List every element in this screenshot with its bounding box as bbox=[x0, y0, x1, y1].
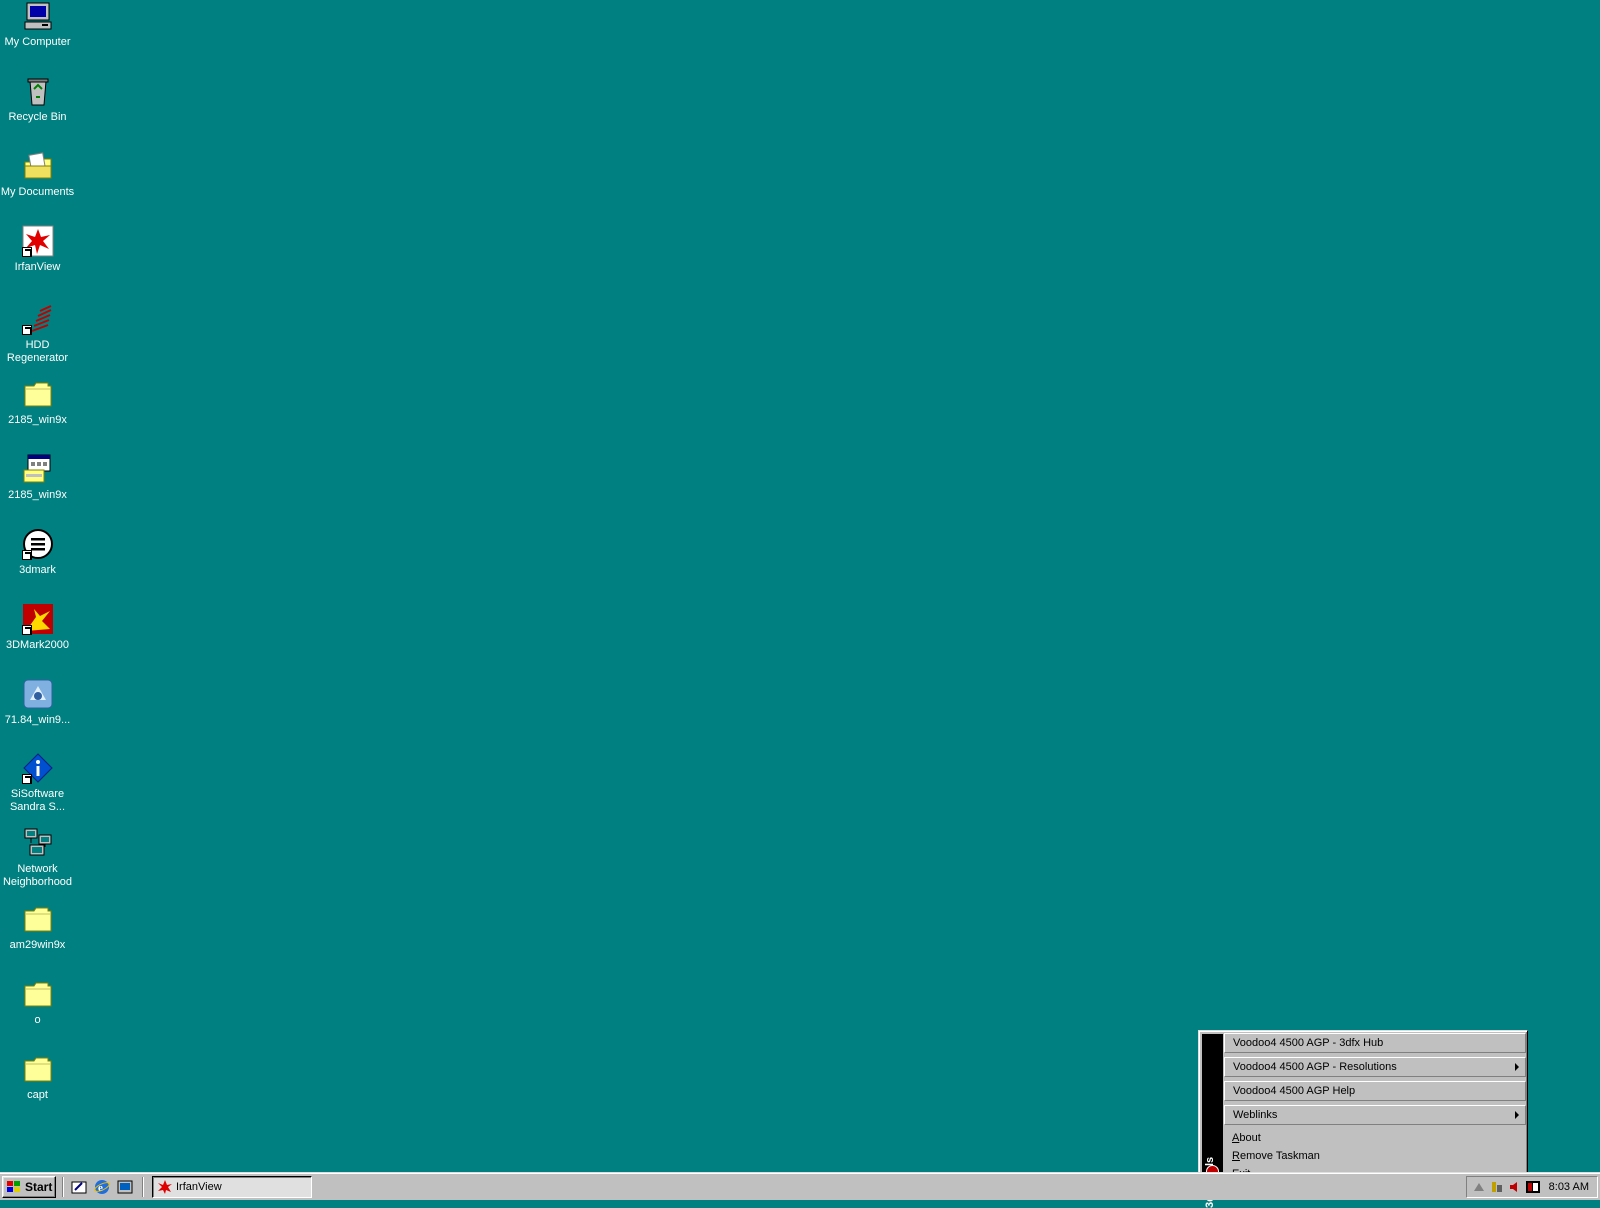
system-tray: 8:03 AM bbox=[1466, 1176, 1598, 1198]
desktop-icon-label: am29win9x bbox=[9, 939, 66, 951]
installer-icon bbox=[22, 678, 54, 710]
menu-item-label: Voodoo4 4500 AGP Help bbox=[1233, 1085, 1356, 1097]
desktop-icon-my-computer[interactable]: My Computer bbox=[0, 0, 75, 49]
menu-item-label: bout bbox=[1239, 1132, 1261, 1144]
desktop-icon-label: HDD Regenerator bbox=[6, 339, 69, 364]
taskbar-separator bbox=[142, 1177, 144, 1197]
quick-launch-internet-explorer-icon[interactable]: e bbox=[93, 1178, 111, 1196]
desktop-icon-3dmark[interactable]: 3dmark bbox=[0, 528, 75, 577]
3dmark-icon bbox=[21, 528, 54, 560]
desktop-icon-71-84-win9[interactable]: 71.84_win9... bbox=[0, 678, 75, 727]
3dfx-tools-context-menu: 3dfxTools Voodoo4 4500 AGP - 3dfx Hub Vo… bbox=[1198, 1030, 1528, 1208]
sandra-icon bbox=[21, 752, 54, 784]
taskbar-button-irfanview[interactable]: IrfanView bbox=[152, 1176, 312, 1198]
folder-icon bbox=[22, 978, 54, 1010]
irfanview-icon bbox=[157, 1179, 173, 1195]
menu-item-resolutions[interactable]: Voodoo4 4500 AGP - Resolutions bbox=[1224, 1057, 1526, 1077]
menu-item-remove-taskman[interactable]: Remove Taskman bbox=[1224, 1147, 1526, 1165]
tray-volume-icon[interactable] bbox=[1507, 1179, 1523, 1195]
menu-item-mnemonic: R bbox=[1232, 1150, 1240, 1162]
recycle-bin-icon bbox=[22, 75, 54, 107]
menu-banner: 3dfxTools bbox=[1202, 1034, 1223, 1208]
desktop-icon-label: 2185_win9x bbox=[8, 414, 67, 426]
submenu-arrow-icon bbox=[1515, 1111, 1519, 1119]
desktop-icon-label: 2185_win9x bbox=[8, 489, 67, 501]
desktop-icon-label: capt bbox=[27, 1089, 48, 1101]
desktop-icon-hdd-regenerator[interactable]: HDD Regenerator bbox=[0, 303, 75, 365]
taskbar-separator bbox=[62, 1177, 64, 1197]
3dmark2000-icon bbox=[21, 603, 54, 635]
irfanview-icon bbox=[21, 225, 54, 257]
menu-item-help[interactable]: Voodoo4 4500 AGP Help bbox=[1224, 1081, 1526, 1101]
computer-icon bbox=[22, 0, 54, 32]
tray-network-icon[interactable] bbox=[1471, 1179, 1487, 1195]
menu-item-label: Voodoo4 4500 AGP - 3dfx Hub bbox=[1233, 1037, 1384, 1049]
desktop-icon-sisoftware-sandra[interactable]: SiSoftware Sandra S... bbox=[0, 752, 75, 814]
desktop-icon-label: My Documents bbox=[0, 186, 75, 198]
desktop-icon-2185-win9x-setup[interactable]: 2185_win9x bbox=[0, 453, 75, 502]
menu-item-weblinks[interactable]: Weblinks bbox=[1224, 1105, 1526, 1125]
desktop-icon-my-documents[interactable]: My Documents bbox=[0, 150, 75, 199]
desktop-icon-capt[interactable]: capt bbox=[0, 1053, 75, 1102]
folder-icon bbox=[22, 903, 54, 935]
desktop-icon-network-neighborhood[interactable]: Network Neighborhood bbox=[0, 827, 75, 889]
menu-item-label: Weblinks bbox=[1233, 1109, 1278, 1121]
desktop-icon-label: 3DMark2000 bbox=[6, 639, 69, 651]
hdd-regenerator-icon bbox=[21, 303, 54, 335]
tray-tool-icon[interactable] bbox=[1489, 1179, 1505, 1195]
start-label: Start bbox=[25, 1180, 53, 1194]
desktop-icon-label: Recycle Bin bbox=[8, 111, 67, 123]
setup-program-icon bbox=[22, 453, 54, 485]
desktop-icon-label: My Computer bbox=[4, 36, 71, 48]
menu-item-label: Voodoo4 4500 AGP - Resolutions bbox=[1233, 1061, 1397, 1073]
windows-logo-icon bbox=[6, 1180, 22, 1194]
quick-launch-channels-icon[interactable] bbox=[116, 1178, 134, 1196]
taskbar-button-label: IrfanView bbox=[176, 1181, 222, 1193]
quick-launch-show-desktop-icon[interactable] bbox=[70, 1178, 88, 1196]
desktop-icon-label: 71.84_win9... bbox=[4, 714, 71, 726]
desktop-icon-am29win9x[interactable]: am29win9x bbox=[0, 903, 75, 952]
menu-item-label: emove Taskman bbox=[1239, 1150, 1320, 1162]
desktop-icon-3dmark2000[interactable]: 3DMark2000 bbox=[0, 603, 75, 652]
start-button[interactable]: Start bbox=[2, 1176, 56, 1198]
desktop[interactable]: My Computer Recycle Bin My Documents Irf… bbox=[0, 0, 1600, 1208]
desktop-icon-recycle-bin[interactable]: Recycle Bin bbox=[0, 75, 75, 124]
submenu-arrow-icon bbox=[1515, 1063, 1519, 1071]
desktop-icon-label: SiSoftware Sandra S... bbox=[9, 788, 66, 813]
tray-3dfx-icon[interactable] bbox=[1525, 1179, 1541, 1195]
desktop-icon-irfanview[interactable]: IrfanView bbox=[0, 225, 75, 274]
network-icon bbox=[22, 827, 54, 859]
documents-folder-icon bbox=[22, 150, 54, 182]
desktop-icon-o[interactable]: o bbox=[0, 978, 75, 1027]
desktop-icon-label: IrfanView bbox=[14, 261, 61, 273]
taskbar: Start e IrfanView 8:03 AM bbox=[0, 1172, 1600, 1200]
clock[interactable]: 8:03 AM bbox=[1549, 1181, 1589, 1193]
menu-item-3dfx-hub[interactable]: Voodoo4 4500 AGP - 3dfx Hub bbox=[1224, 1033, 1526, 1053]
desktop-icon-label: o bbox=[34, 1014, 41, 1026]
folder-icon bbox=[22, 378, 54, 410]
desktop-icon-label: Network Neighborhood bbox=[2, 863, 73, 888]
folder-icon bbox=[22, 1053, 54, 1085]
menu-item-about[interactable]: About bbox=[1224, 1129, 1526, 1147]
desktop-icon-label: 3dmark bbox=[19, 564, 56, 576]
desktop-icon-2185-win9x-folder[interactable]: 2185_win9x bbox=[0, 378, 75, 427]
